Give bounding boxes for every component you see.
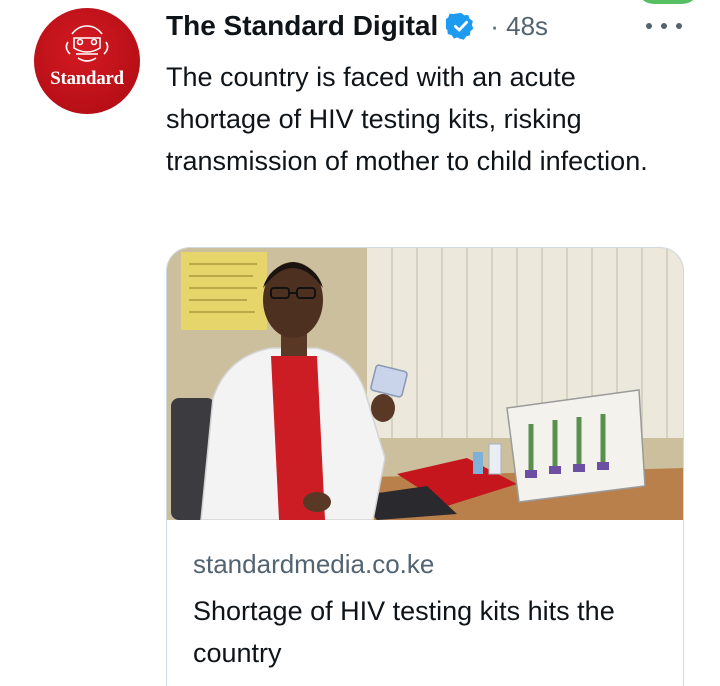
avatar-wordmark: Standard [50,68,124,89]
link-domain: standardmedia.co.ke [193,549,435,579]
article-photo[interactable] [167,248,683,520]
tweet-header: The Standard Digital · 48s [166,6,548,46]
tweet-text: The country is faced with an acute short… [166,62,648,176]
author-name[interactable]: The Standard Digital [166,10,438,42]
verified-badge-icon[interactable] [444,11,476,41]
more-options-icon[interactable] [646,12,682,40]
partial-avatar-edge [636,0,700,4]
crest-icon [65,25,109,62]
link-preview-card[interactable]: standardmedia.co.ke Shortage of HIV test… [166,247,684,686]
link-card-meta: standardmedia.co.ke Shortage of HIV test… [193,546,663,674]
tweet-timestamp[interactable]: · 48s [490,11,548,42]
link-title[interactable]: Shortage of HIV testing kits hits the co… [193,590,663,674]
author-avatar[interactable]: Standard [34,8,140,114]
